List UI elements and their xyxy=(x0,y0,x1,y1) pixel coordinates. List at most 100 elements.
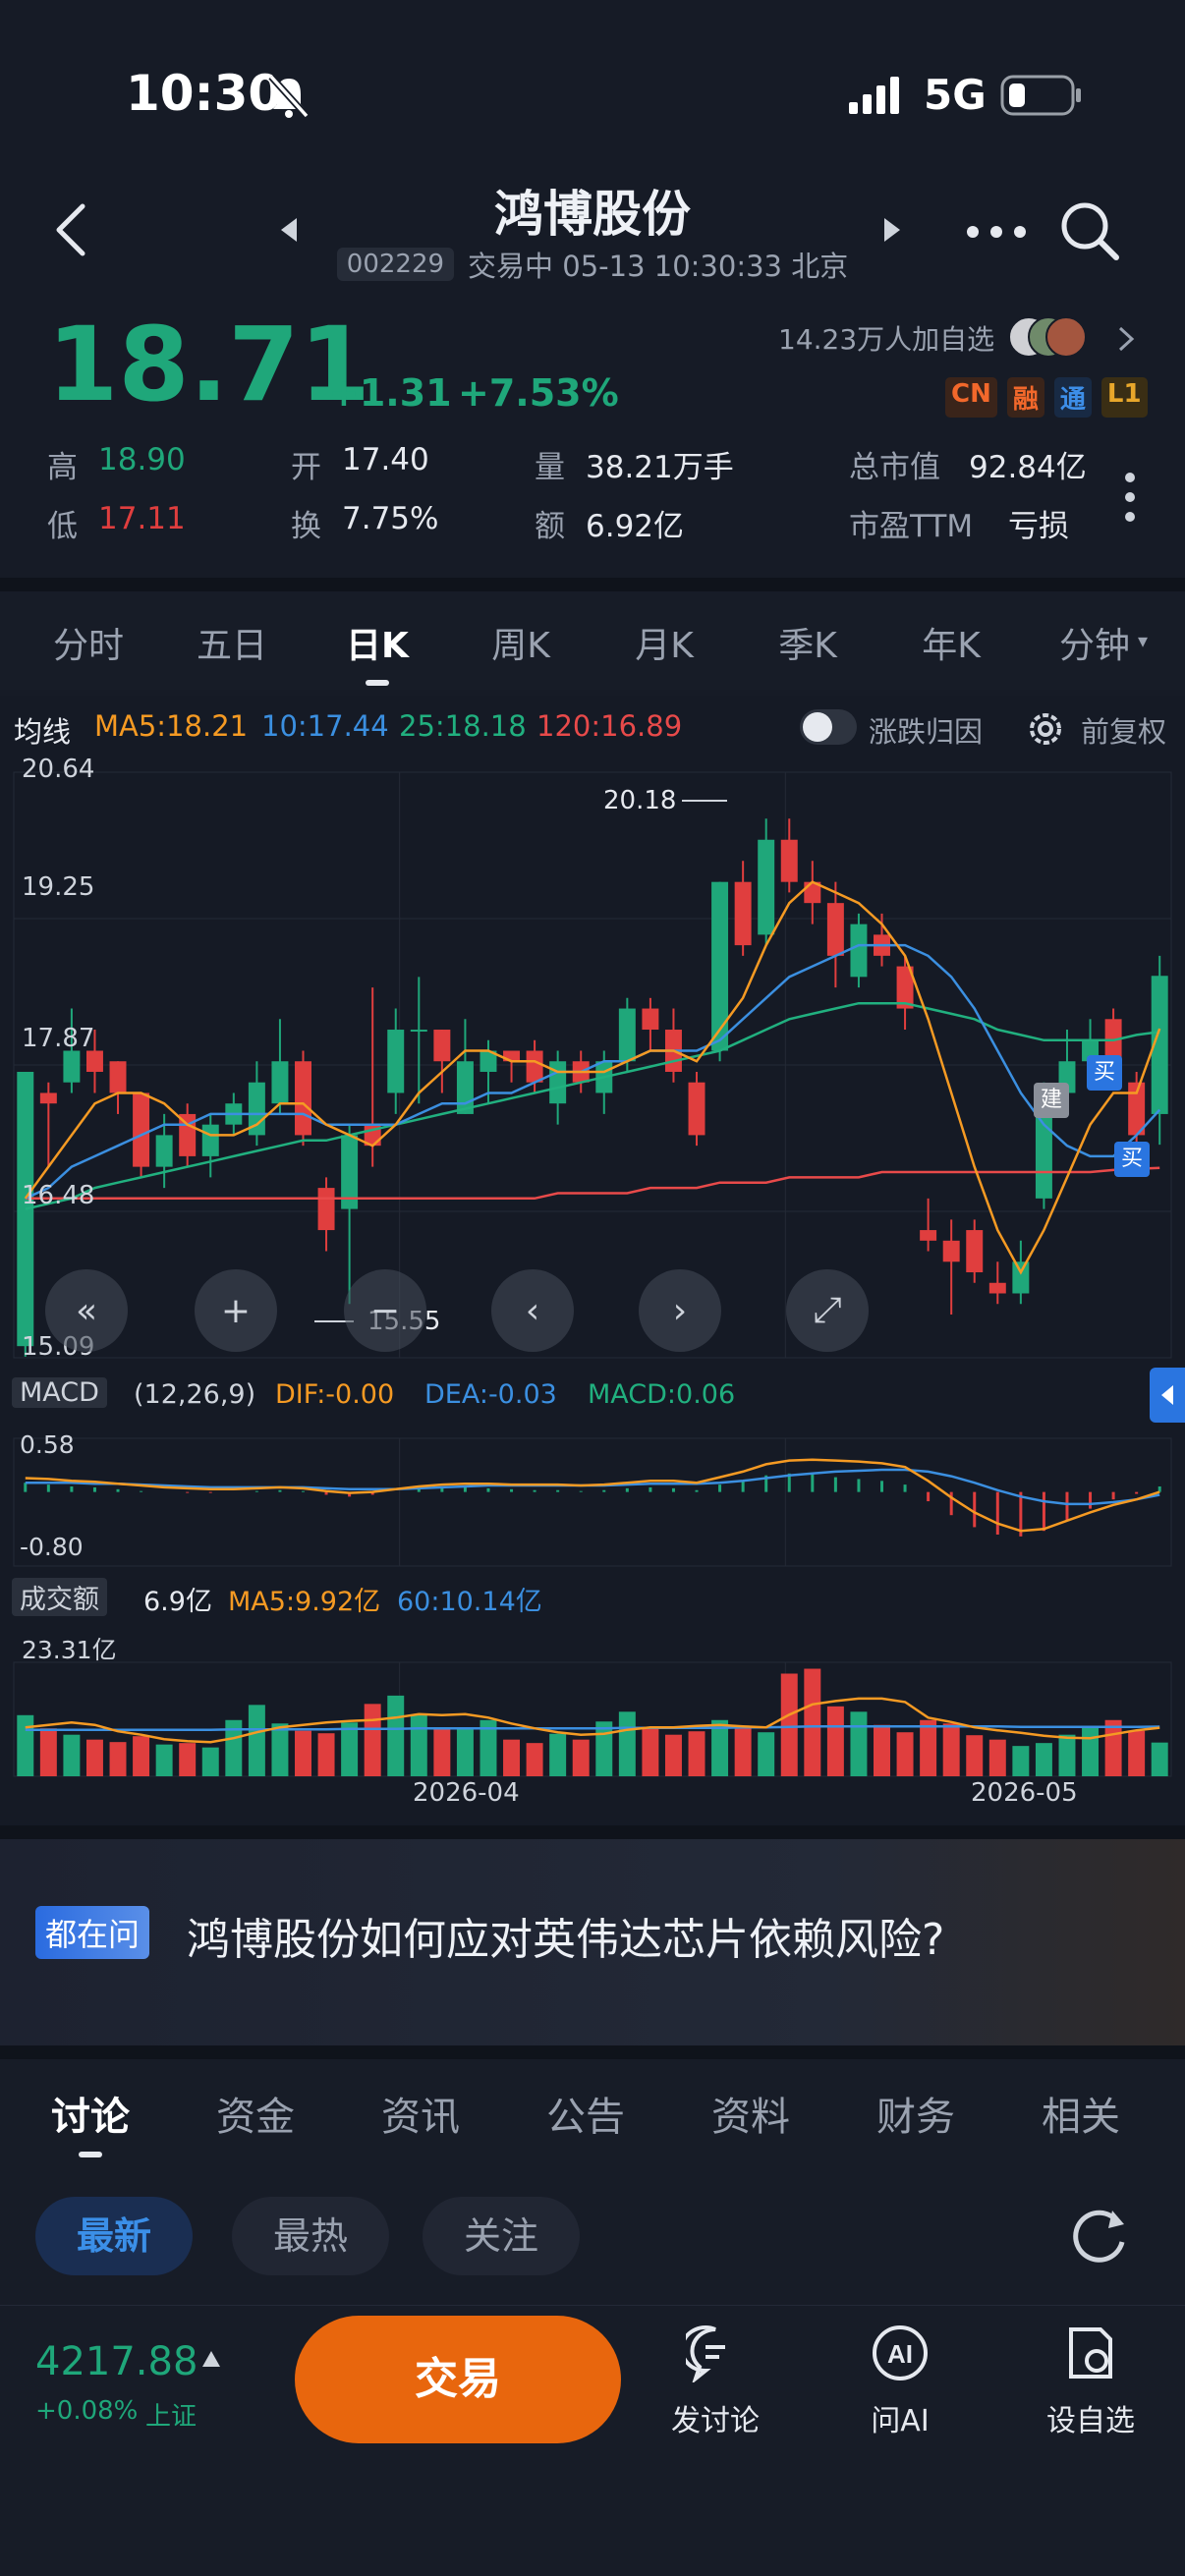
candle-body xyxy=(618,1008,636,1062)
ma5-line xyxy=(24,880,1161,1275)
volume-bar xyxy=(456,1727,474,1776)
badge-cn: CN xyxy=(945,377,997,418)
marker-build[interactable]: 建 xyxy=(1034,1083,1069,1118)
chart-area: 均线 MA5:18.21 10:17.44 25:18.18 120:16.89… xyxy=(0,696,1185,1825)
news-headline[interactable]: 鸿博股份如何应对英伟达芯片依赖风险? xyxy=(187,1904,944,1967)
macd-indicator-tab[interactable]: MACD xyxy=(12,1377,107,1408)
volume-bar xyxy=(295,1730,311,1776)
index-value[interactable]: 4217.88 xyxy=(35,2339,198,2384)
fullscreen-button[interactable]: ⤢ xyxy=(786,1269,869,1352)
section-tab[interactable]: 公告 xyxy=(517,2085,654,2142)
scroll-left-button[interactable]: ‹ xyxy=(491,1269,574,1352)
section-tab[interactable]: 资金 xyxy=(187,2085,324,2142)
macd-value: MACD:0.06 xyxy=(588,1379,736,1410)
more-icon[interactable] xyxy=(965,224,1028,240)
volume-bar xyxy=(618,1711,636,1776)
period-tab[interactable]: 月K xyxy=(605,617,723,668)
period-tabs: 分时 五日 日K 周K 月K 季K 年K 分钟 ▾ xyxy=(0,591,1185,690)
period-tab[interactable]: 日K xyxy=(318,617,436,668)
search-icon[interactable] xyxy=(1057,198,1122,263)
volume-bar xyxy=(63,1734,81,1776)
ma10-value: 10:17.44 xyxy=(261,709,389,743)
section-tab[interactable]: 讨论 xyxy=(22,2085,159,2142)
turnover-label: 换 xyxy=(291,509,321,544)
next-stock-icon[interactable] xyxy=(882,216,904,244)
ma-label: 均线 xyxy=(14,715,72,749)
low-label: 低 xyxy=(47,509,78,544)
zoom-out-button[interactable]: − xyxy=(344,1269,426,1352)
ma5-value: MA5:18.21 xyxy=(94,709,249,743)
volume-bar xyxy=(966,1735,984,1776)
open-value: 17.40 xyxy=(342,442,429,477)
candle-body xyxy=(826,903,844,956)
volume-bar xyxy=(201,1747,219,1776)
minus-icon: − xyxy=(369,1290,401,1331)
amount-label: 额 xyxy=(535,509,565,544)
period-tab[interactable]: 季K xyxy=(749,617,867,668)
post-discussion-button[interactable]: 发讨论 xyxy=(664,2320,762,2447)
section-tab[interactable]: 财务 xyxy=(847,2085,985,2142)
ai-icon: AI xyxy=(873,2325,928,2380)
plus-icon: + xyxy=(220,1290,252,1331)
market-status: 交易中 05-13 10:30:33 北京 xyxy=(468,250,849,283)
period-tab[interactable]: 年K xyxy=(892,617,1010,668)
badge-connect: 通 xyxy=(1053,377,1092,418)
kline-chart[interactable] xyxy=(0,751,1185,1825)
side-panel-toggle[interactable] xyxy=(1150,1368,1185,1423)
period-tab[interactable]: 五日 xyxy=(173,617,291,668)
volume-bar xyxy=(317,1733,335,1776)
section-tab[interactable]: 资讯 xyxy=(352,2085,489,2142)
status-bar: 10:30 5G xyxy=(0,0,1185,177)
candle-body xyxy=(526,1050,543,1083)
volume-bar xyxy=(155,1744,173,1776)
follower-avatars[interactable] xyxy=(1008,312,1087,364)
filter-chip[interactable]: 最热 xyxy=(232,2197,389,2275)
volume-bar xyxy=(804,1668,821,1776)
rewind-button[interactable]: « xyxy=(45,1269,128,1352)
filter-chip[interactable]: 关注 xyxy=(423,2197,580,2275)
marker-buy[interactable]: 买 xyxy=(1087,1055,1122,1091)
zoom-in-button[interactable]: + xyxy=(195,1269,277,1352)
news-banner[interactable]: 都在问 鸿博股份如何应对英伟达芯片依赖风险? xyxy=(0,1839,1185,2045)
volume-bar xyxy=(85,1739,103,1776)
candle-body xyxy=(456,1061,474,1114)
y-tick: 17.87 xyxy=(22,1024,95,1053)
adjust-mode[interactable]: 前复权 xyxy=(1081,709,1166,751)
volume-bar xyxy=(410,1714,427,1776)
section-tab[interactable]: 相关 xyxy=(1012,2085,1150,2142)
volume-bar xyxy=(433,1728,451,1776)
scroll-right-button[interactable]: › xyxy=(639,1269,721,1352)
refresh-icon[interactable] xyxy=(1067,2203,1132,2268)
candle-body xyxy=(317,1188,335,1231)
candle-body xyxy=(433,1030,451,1062)
filter-chip[interactable]: 最新 xyxy=(35,2197,193,2275)
attribution-toggle[interactable] xyxy=(800,709,857,745)
volume-bar xyxy=(826,1706,844,1776)
volume-bar xyxy=(780,1673,798,1776)
volume-indicator-tab[interactable]: 成交额 xyxy=(12,1578,107,1616)
section-tabs: 讨论 资金 资讯 公告 资料 财务 相关 xyxy=(0,2059,1185,2167)
candle-body xyxy=(387,1030,405,1093)
dropdown-caret-icon[interactable]: ▾ xyxy=(1138,629,1148,652)
volume-bar xyxy=(133,1736,150,1776)
period-tab[interactable]: 周K xyxy=(462,617,580,668)
stock-code: 002229 xyxy=(336,248,455,281)
period-tab[interactable]: 分钟 xyxy=(1036,617,1154,668)
bottom-bar: 4217.88 +0.08% 上证 交易 发讨论 AI 问AI 设自选 xyxy=(0,2305,1185,2576)
vertical-more-icon[interactable] xyxy=(1120,468,1140,527)
section-tab[interactable]: 资料 xyxy=(682,2085,819,2142)
high-value: 18.90 xyxy=(98,442,186,477)
market-cap-label: 总市值 xyxy=(849,450,940,485)
marker-buy[interactable]: 买 xyxy=(1114,1142,1150,1177)
add-watchlist-button[interactable]: 设自选 xyxy=(1036,2320,1144,2447)
followers-count[interactable]: 14.23万人加自选 xyxy=(778,318,994,358)
settings-gear-icon[interactable] xyxy=(1026,709,1065,749)
chevron-right-icon[interactable] xyxy=(1116,324,1136,354)
period-tab[interactable]: 分时 xyxy=(29,617,147,668)
ask-ai-button[interactable]: AI 问AI xyxy=(851,2320,949,2447)
chevron-left-icon: ‹ xyxy=(525,1290,540,1331)
volume-bar xyxy=(17,1714,34,1776)
candle-body xyxy=(1012,1261,1030,1294)
y-tick: 20.64 xyxy=(22,755,95,784)
trade-button[interactable]: 交易 xyxy=(295,2316,621,2443)
